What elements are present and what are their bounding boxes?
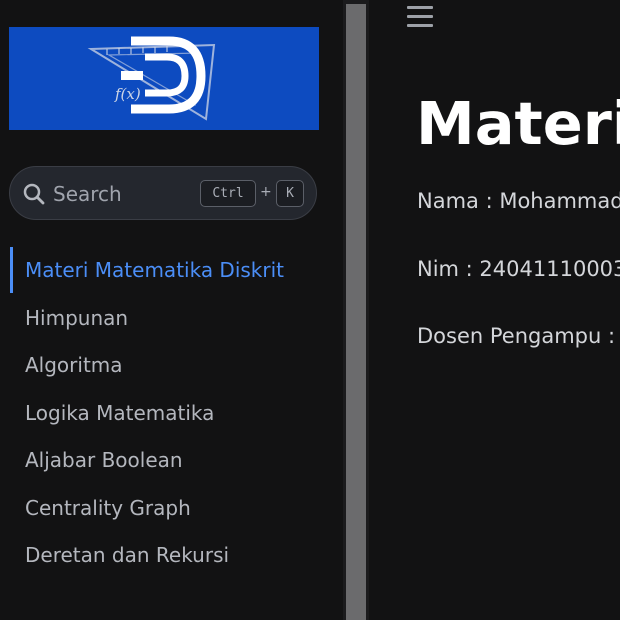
scrollbar-thumb[interactable] [346, 4, 366, 620]
shortcut-plus: + [260, 184, 272, 200]
site-logo[interactable]: f(x) [9, 27, 319, 130]
sidebar-item-deretan-dan-rekursi[interactable]: Deretan dan Rekursi [10, 532, 330, 578]
menu-toggle-button[interactable] [405, 2, 437, 32]
sidebar-item-centrality-graph[interactable]: Centrality Graph [10, 485, 330, 531]
shortcut-ctrl-key: Ctrl [200, 180, 256, 207]
student-name: Nama : Mohammad [417, 189, 620, 213]
search-placeholder: Search [53, 182, 122, 206]
sidebar-item-logika-matematika[interactable]: Logika Matematika [10, 390, 330, 436]
hamburger-icon-line [407, 15, 433, 18]
shortcut-k-key: K [276, 180, 304, 207]
sidebar-scrollbar[interactable] [343, 0, 369, 620]
hamburger-icon-line [407, 24, 433, 27]
search-icon [23, 183, 45, 205]
main-content: Materi M Nama : Mohammad Nim : 240411100… [369, 0, 620, 620]
sidebar-item-himpunan[interactable]: Himpunan [10, 295, 330, 341]
logo-graphic: f(x) [87, 36, 216, 121]
sidebar-item-algoritma[interactable]: Algoritma [10, 342, 330, 388]
lecturer: Dosen Pengampu : [417, 324, 616, 348]
sidebar: f(x) Search Ctrl + K Materi Matematika D… [0, 0, 343, 620]
student-nim: Nim : 240411100031 [417, 257, 620, 281]
sidebar-item-aljabar-boolean[interactable]: Aljabar Boolean [10, 437, 330, 483]
sidebar-item-materi-matematika-diskrit[interactable]: Materi Matematika Diskrit [10, 247, 330, 293]
search-input[interactable]: Search Ctrl + K [9, 166, 317, 220]
page-title: Materi M [416, 89, 620, 158]
logo-formula-text: f(x) [114, 85, 141, 103]
hamburger-icon [407, 6, 433, 9]
